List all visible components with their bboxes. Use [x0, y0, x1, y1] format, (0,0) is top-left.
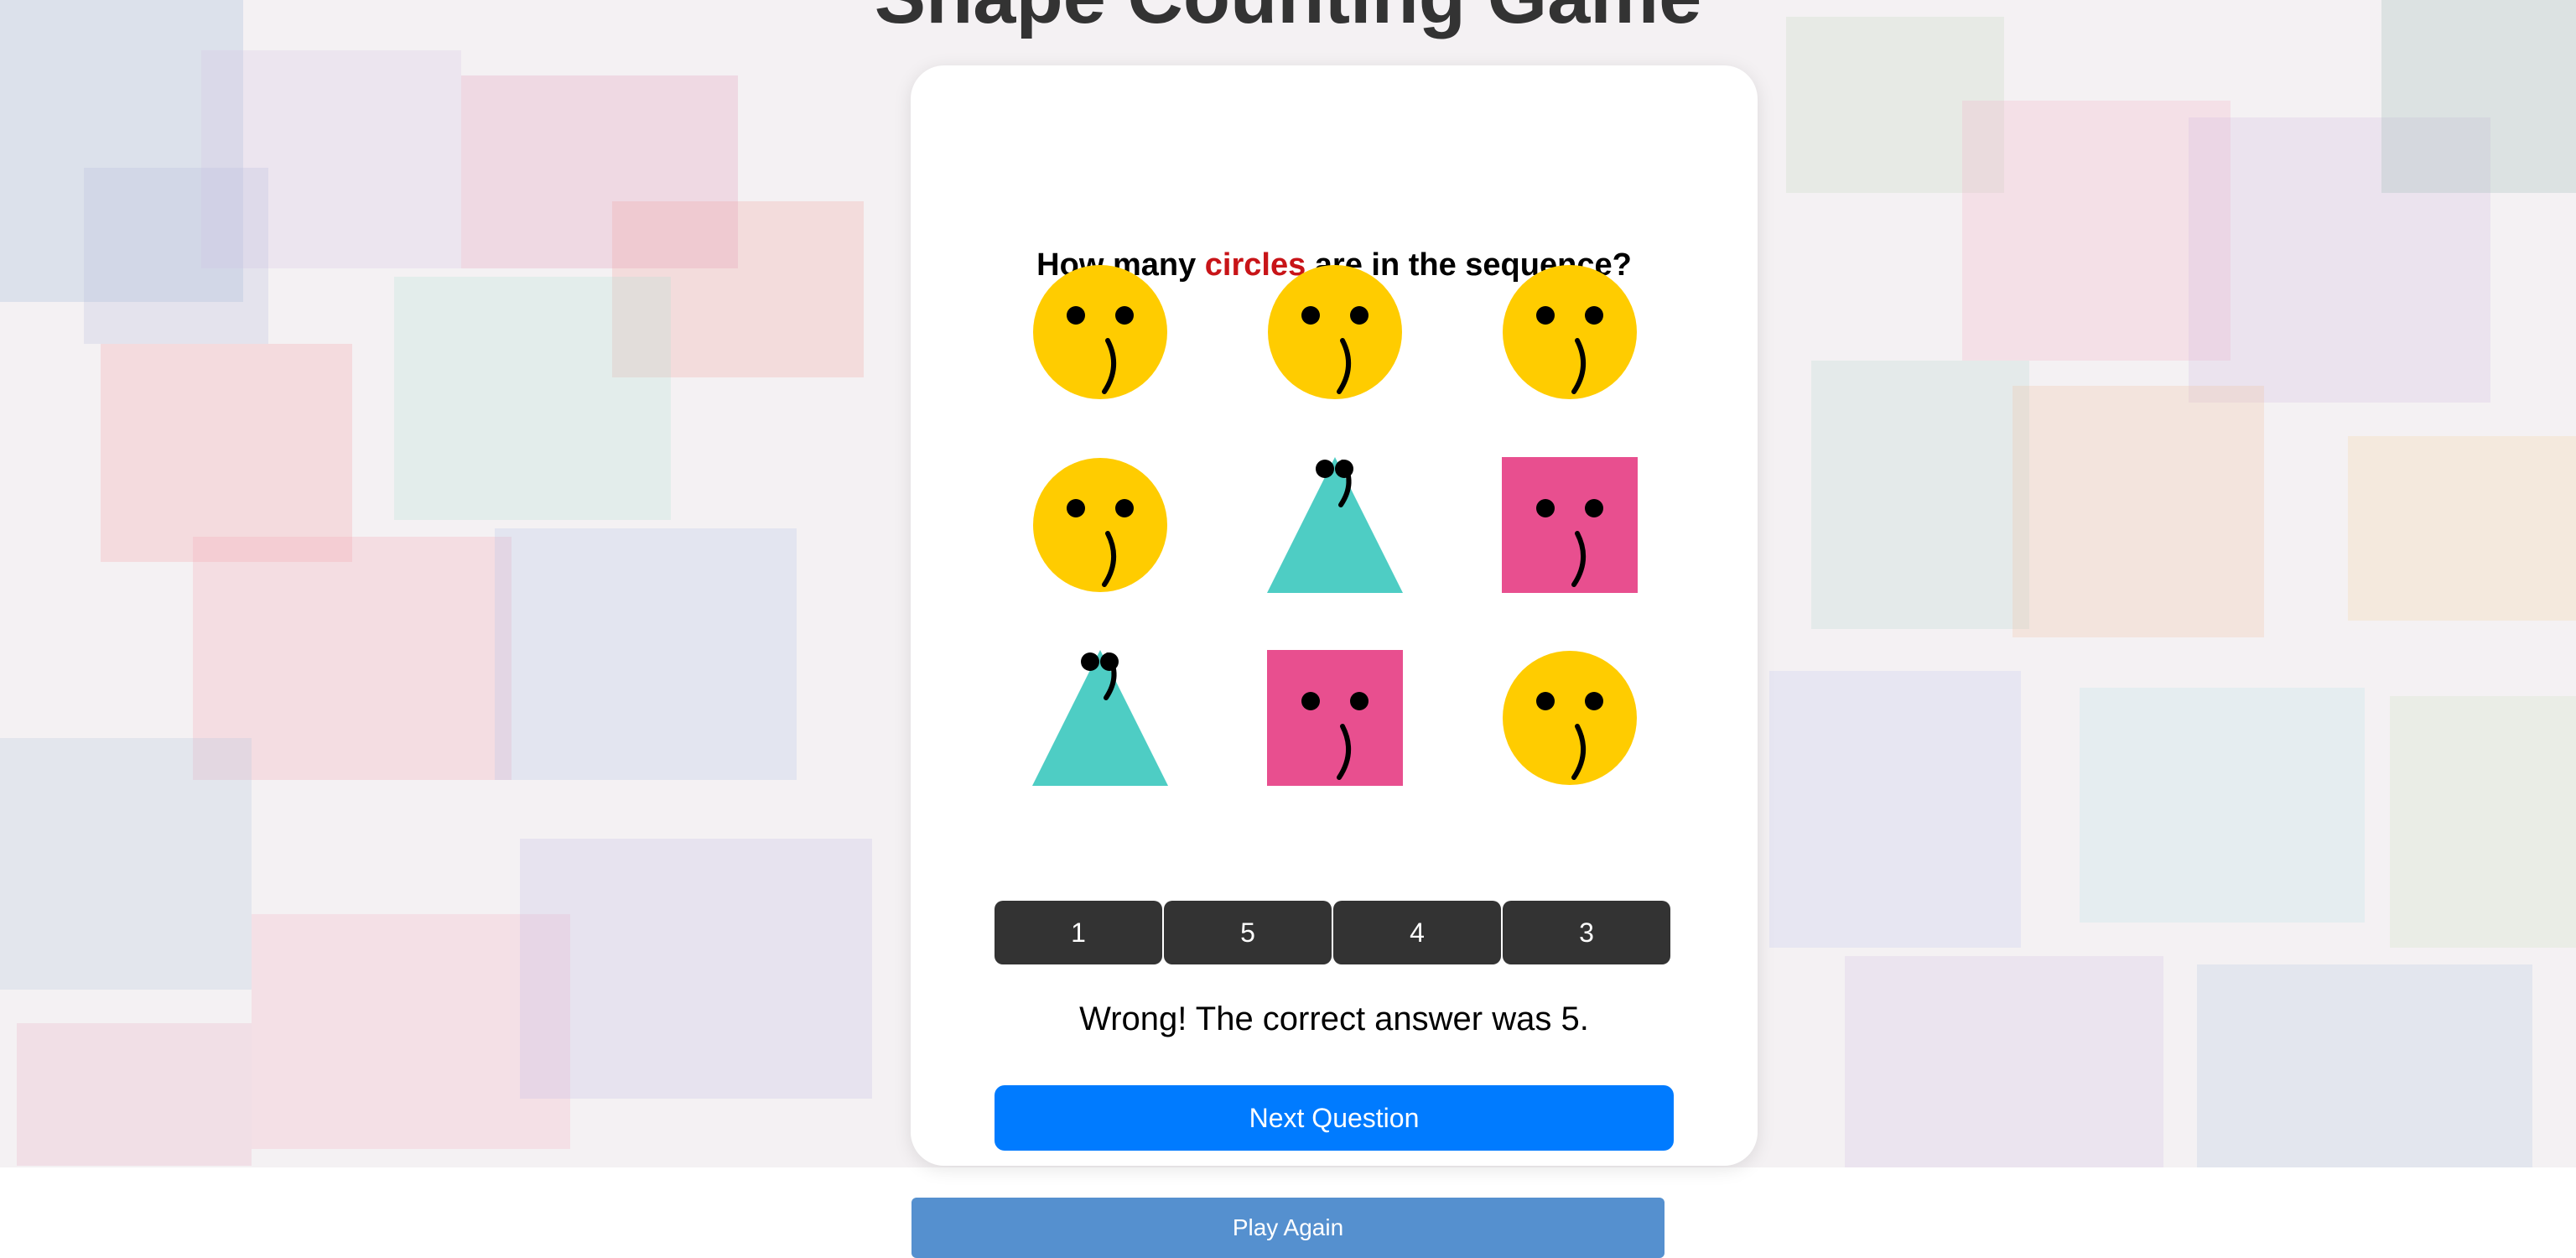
- answer-button-1[interactable]: 1: [995, 901, 1162, 964]
- triangle-shape: [1267, 457, 1403, 593]
- background-tile: [2012, 386, 2264, 637]
- feedback-message: Wrong! The correct answer was 5.: [1079, 1001, 1589, 1037]
- background-tile: [2197, 964, 2532, 1167]
- page-title: Shape Counting Game: [0, 0, 2576, 35]
- circle-shape: [1032, 264, 1168, 400]
- circle-shape: [1267, 264, 1403, 400]
- background-tile: [2390, 696, 2576, 948]
- background-tile: [1845, 956, 2163, 1167]
- square-shape: [1267, 650, 1403, 786]
- background-tile: [101, 344, 352, 562]
- game-card: How many circles are in the sequence? 1 …: [911, 65, 1758, 1166]
- background-tile: [1811, 361, 2029, 629]
- background-tile: [84, 168, 268, 344]
- background-tile: [0, 738, 252, 990]
- play-again-button[interactable]: Play Again: [911, 1198, 1665, 1258]
- circle-shape: [1032, 457, 1168, 593]
- answer-button-3[interactable]: 4: [1333, 901, 1501, 964]
- square-shape: [1502, 457, 1638, 593]
- background-tile: [520, 839, 872, 1099]
- background-tile: [2080, 688, 2365, 923]
- next-question-button[interactable]: Next Question: [995, 1085, 1674, 1151]
- background-tile: [495, 528, 797, 780]
- background-tile: [1769, 671, 2021, 948]
- background-tile: [2348, 436, 2576, 621]
- answer-button-4[interactable]: 3: [1503, 901, 1670, 964]
- circle-shape: [1502, 264, 1638, 400]
- background-tile: [394, 277, 671, 520]
- triangle-shape: [1032, 650, 1168, 786]
- answer-button-2[interactable]: 5: [1164, 901, 1332, 964]
- circle-shape: [1502, 650, 1638, 786]
- background-tile: [17, 1023, 252, 1166]
